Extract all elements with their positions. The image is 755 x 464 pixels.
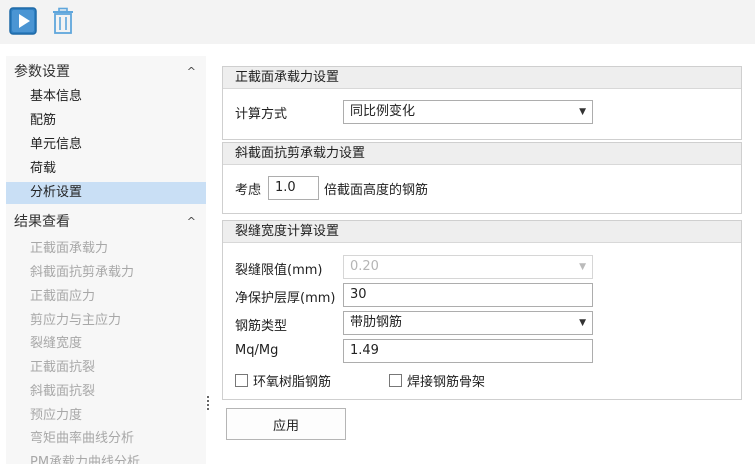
calc-method-row: 计算方式 — [235, 103, 287, 122]
play-icon — [9, 7, 37, 35]
sidebar-item-shear-capacity[interactable]: 斜截面抗剪承载力 — [6, 262, 206, 284]
weld-label: 焊接钢筋骨架 — [407, 375, 486, 390]
epoxy-checkbox-row[interactable]: 环氧树脂钢筋 — [235, 371, 331, 390]
sidebar-item-load[interactable]: 荷载 — [6, 158, 206, 180]
shear-height-factor-input[interactable]: 1.0 — [268, 176, 319, 200]
mq-mg-value: 1.49 — [350, 343, 379, 358]
collapse-icon[interactable]: ^ — [187, 65, 196, 78]
apply-button[interactable]: 应用 — [226, 408, 346, 440]
calc-method-value: 同比例变化 — [350, 104, 416, 119]
mq-mg-row: Mq/Mg — [235, 343, 278, 358]
shear-row: 考虑 — [235, 179, 261, 198]
sidebar-item-rebar[interactable]: 配筋 — [6, 110, 206, 132]
sidebar-item-oblique-crack-resist[interactable]: 斜截面抗裂 — [6, 381, 206, 403]
sidebar-item-element-info[interactable]: 单元信息 — [6, 134, 206, 156]
collapse-icon[interactable]: ^ — [187, 215, 196, 228]
shear-height-factor-value: 1.0 — [275, 180, 296, 195]
crack-limit-value: 0.20 — [350, 259, 379, 274]
sidebar-item-normal-crack-resist[interactable]: 正截面抗裂 — [6, 357, 206, 379]
sidebar-item-pm-curve[interactable]: PM承载力曲线分析 — [6, 452, 206, 464]
mq-mg-label: Mq/Mg — [235, 343, 279, 358]
shear-panel: 斜截面抗剪承载力设置 考虑 1.0 倍截面高度的钢筋 — [222, 142, 742, 214]
shear-title: 斜截面抗剪承载力设置 — [223, 143, 741, 165]
crack-limit-row: 裂缝限值(mm) — [235, 259, 322, 278]
sidebar-item-moment-curvature[interactable]: 弯矩曲率曲线分析 — [6, 428, 206, 450]
rebar-type-row: 钢筋类型 — [235, 315, 287, 334]
sidebar: 参数设置 ^ 基本信息 配筋 单元信息 荷载 分析设置 结果查看 ^ 正截面承载… — [6, 56, 206, 464]
epoxy-checkbox[interactable] — [235, 374, 248, 387]
sidebar-item-basic-info[interactable]: 基本信息 — [6, 86, 206, 108]
delete-button[interactable] — [48, 6, 78, 36]
sidebar-item-analysis-settings[interactable]: 分析设置 — [6, 182, 206, 204]
chevron-down-icon: ▼ — [579, 318, 586, 328]
weld-checkbox[interactable] — [389, 374, 402, 387]
results-group-header[interactable]: 结果查看 ^ — [6, 208, 206, 234]
chevron-down-icon: ▼ — [579, 107, 586, 117]
trash-icon — [53, 7, 73, 34]
shear-prefix: 考虑 — [235, 183, 262, 198]
toolbar — [0, 0, 755, 44]
shear-suffix: 倍截面高度的钢筋 — [324, 183, 429, 198]
cover-row: 净保护层厚(mm) — [235, 287, 335, 306]
rebar-type-label: 钢筋类型 — [235, 319, 288, 334]
sidebar-item-prestress-degree[interactable]: 预应力度 — [6, 405, 206, 427]
crack-limit-select[interactable]: 0.20 ▼ — [343, 255, 593, 279]
sidebar-item-crack-width[interactable]: 裂缝宽度 — [6, 333, 206, 355]
cover-thickness-value: 30 — [350, 287, 367, 302]
epoxy-label: 环氧树脂钢筋 — [253, 375, 332, 390]
results-group-label: 结果查看 — [14, 214, 70, 230]
weld-checkbox-row[interactable]: 焊接钢筋骨架 — [389, 371, 485, 390]
rebar-type-value: 带肋钢筋 — [350, 315, 403, 330]
normal-section-title: 正截面承载力设置 — [223, 67, 741, 89]
cover-thickness-input[interactable]: 30 — [343, 283, 593, 307]
rebar-type-select[interactable]: 带肋钢筋 ▼ — [343, 311, 593, 335]
run-button[interactable] — [8, 6, 38, 36]
calc-method-label: 计算方式 — [235, 107, 288, 122]
splitter-handle[interactable] — [207, 396, 209, 410]
crack-limit-label: 裂缝限值(mm) — [235, 263, 323, 278]
chevron-down-icon: ▼ — [579, 262, 586, 272]
calc-method-select[interactable]: 同比例变化 ▼ — [343, 100, 593, 124]
params-group-header[interactable]: 参数设置 ^ — [6, 58, 206, 84]
sidebar-item-normal-stress[interactable]: 正截面应力 — [6, 286, 206, 308]
sidebar-item-shear-principal-stress[interactable]: 剪应力与主应力 — [6, 310, 206, 332]
normal-section-panel: 正截面承载力设置 计算方式 同比例变化 ▼ — [222, 66, 742, 140]
sidebar-item-normal-capacity[interactable]: 正截面承载力 — [6, 238, 206, 260]
crack-title: 裂缝宽度计算设置 — [223, 221, 741, 243]
cover-label: 净保护层厚(mm) — [235, 291, 336, 306]
params-group-label: 参数设置 — [14, 64, 70, 80]
crack-panel: 裂缝宽度计算设置 裂缝限值(mm) 0.20 ▼ 净保护层厚(mm) 30 钢筋… — [222, 220, 742, 400]
shear-suffix-row: 倍截面高度的钢筋 — [324, 179, 428, 198]
mq-mg-input[interactable]: 1.49 — [343, 339, 593, 363]
